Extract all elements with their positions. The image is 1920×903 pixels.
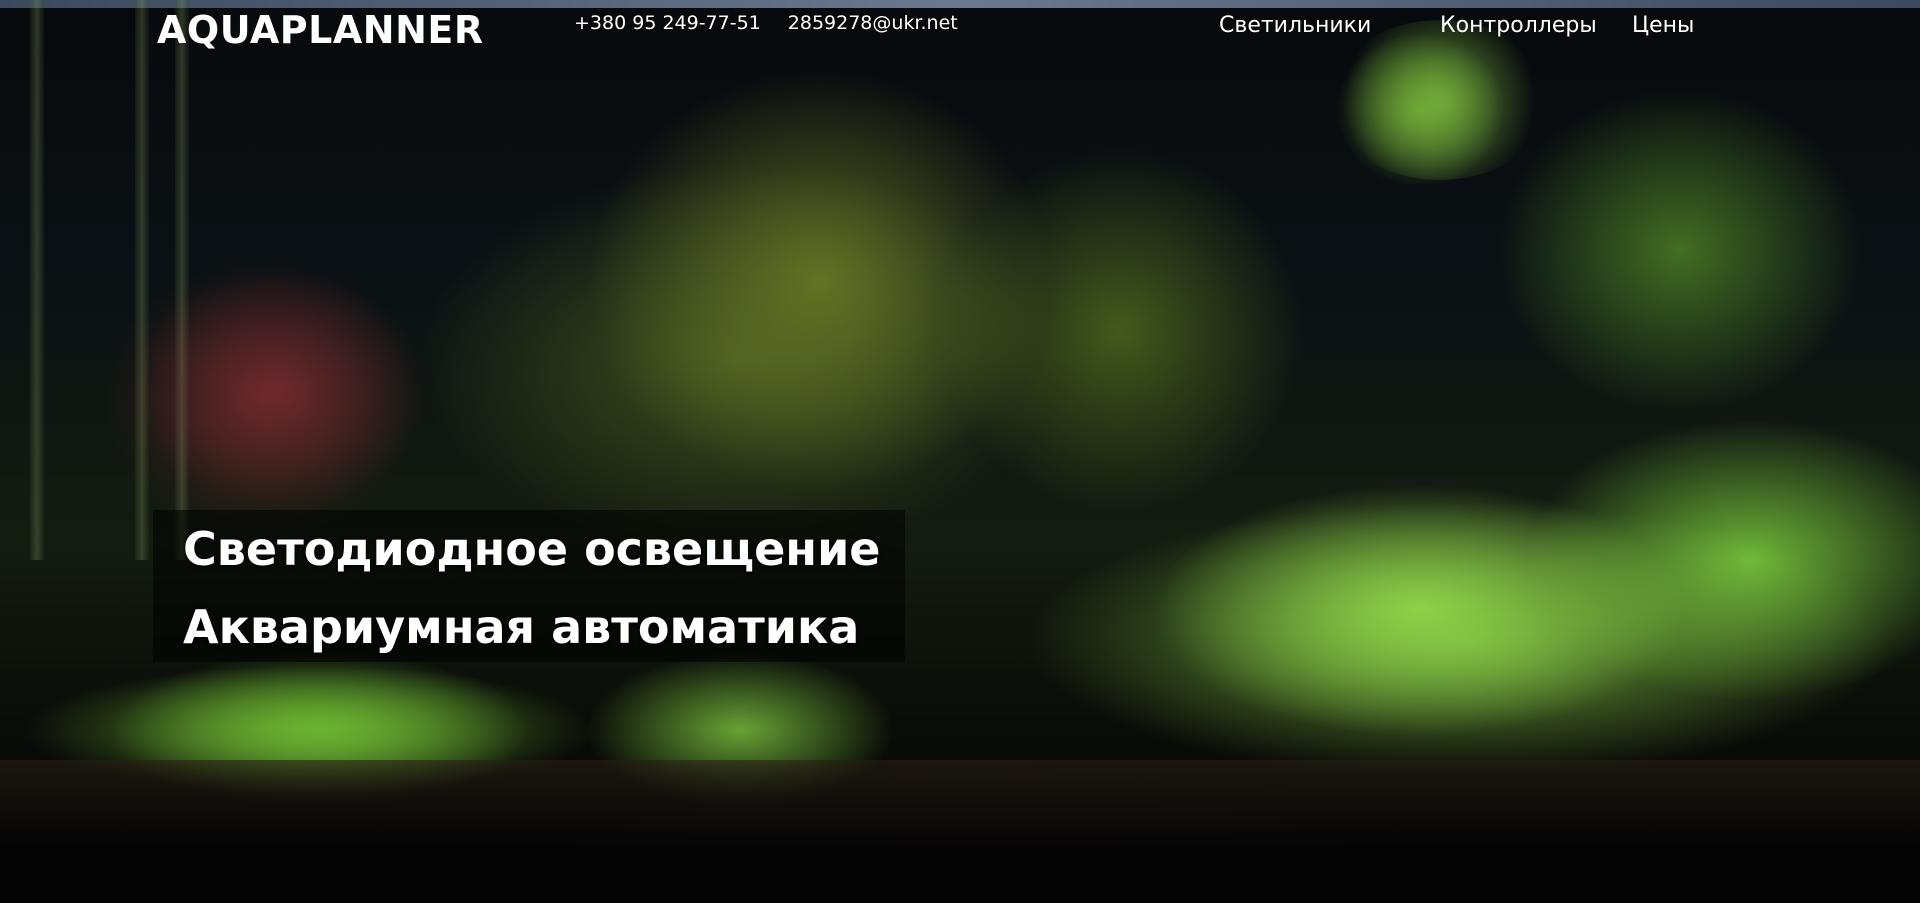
filter-pipe: [30, 0, 44, 560]
red-plants: [120, 260, 440, 520]
email-address[interactable]: 2859278@ukr.net: [788, 12, 958, 34]
hero-heading-automation: Аквариумная автоматика: [183, 600, 860, 654]
phone-number[interactable]: +380 95 249-77-51: [574, 12, 761, 34]
nav-link-lights[interactable]: Светильники: [1219, 13, 1371, 38]
plant-carpet: [990, 490, 1920, 790]
site-logo[interactable]: AQUAPLANNER: [157, 8, 484, 52]
hero-heading-lighting: Светодиодное освещение: [183, 522, 881, 576]
hero-text-box: Светодиодное освещение Аквариумная автом…: [153, 510, 905, 662]
page: AQUAPLANNER +380 95 249-77-51 2859278@uk…: [0, 0, 1920, 903]
stem-plants: [390, 150, 1090, 570]
nav-link-prices[interactable]: Цены: [1632, 13, 1694, 38]
contacts: +380 95 249-77-51 2859278@ukr.net: [574, 12, 958, 34]
substrate: [0, 760, 1920, 903]
filter-pipe: [135, 0, 149, 560]
nav-link-controllers[interactable]: Контроллеры: [1440, 13, 1597, 38]
hero-background-image: [0, 0, 1920, 903]
site-header: AQUAPLANNER +380 95 249-77-51 2859278@uk…: [0, 0, 1920, 56]
